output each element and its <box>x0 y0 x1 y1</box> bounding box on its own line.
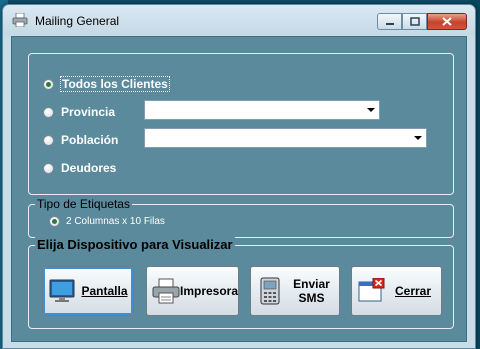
label-type-legend: Tipo de Etiquetas <box>35 197 132 211</box>
provincia-select[interactable] <box>144 100 380 120</box>
maximize-icon <box>409 17 420 26</box>
impresora-button[interactable]: Impresora <box>146 266 239 316</box>
pantalla-button[interactable]: Pantalla <box>42 266 134 316</box>
printer-icon <box>12 12 28 28</box>
enviar-sms-label: Enviar SMS <box>284 277 339 305</box>
poblacion-option[interactable]: Población <box>43 133 118 147</box>
poblacion-radio[interactable] <box>43 134 54 146</box>
deudores-radio[interactable] <box>43 162 54 174</box>
client-filter-group: Todos los Clientes Provincia Población D… <box>28 53 454 195</box>
pantalla-label: Pantalla <box>81 284 128 298</box>
window-title: Mailing General <box>35 14 120 28</box>
chevron-down-icon[interactable] <box>411 131 424 145</box>
deudores-label: Deudores <box>61 161 117 175</box>
impresora-label: Impresora <box>180 284 239 298</box>
chevron-down-icon[interactable] <box>364 103 377 117</box>
provincia-radio[interactable] <box>43 106 54 118</box>
columns-radio[interactable] <box>49 216 60 227</box>
printer-icon <box>152 277 180 305</box>
enviar-line2: SMS <box>298 291 325 305</box>
columns-label: 2 Columnas x 10 Filas <box>66 216 165 227</box>
poblacion-label: Población <box>61 133 119 147</box>
poblacion-select[interactable] <box>144 128 427 148</box>
mailing-window: Mailing General Todos los Clientes Provi… <box>2 4 476 349</box>
label-type-group: Tipo de Etiquetas 2 Columnas x 10 Filas <box>28 197 454 238</box>
deudores-option[interactable]: Deudores <box>43 161 116 175</box>
cerrar-label: Cerrar <box>394 284 432 298</box>
minimize-icon <box>385 22 394 25</box>
provincia-option[interactable]: Provincia <box>43 105 115 119</box>
provincia-label: Provincia <box>61 105 116 119</box>
phone-icon <box>256 277 284 305</box>
todos-label: Todos los Clientes <box>60 76 170 92</box>
window-controls <box>377 13 467 32</box>
maximize-button[interactable] <box>402 13 427 30</box>
todos-radio[interactable] <box>43 78 54 90</box>
enviar-line1: Enviar <box>293 277 330 291</box>
device-legend: Elija Dispositivo para Visualizar <box>35 237 235 252</box>
cerrar-button[interactable]: Cerrar <box>351 266 442 316</box>
client-area: Todos los Clientes Provincia Población D… <box>11 36 467 342</box>
enviar-sms-button[interactable]: Enviar SMS <box>250 266 340 316</box>
minimize-button[interactable] <box>377 13 402 30</box>
monitor-icon <box>48 277 76 305</box>
title-bar[interactable]: Mailing General <box>3 5 475 35</box>
close-button[interactable] <box>427 13 467 30</box>
close-window-icon <box>357 277 385 305</box>
close-icon <box>442 17 452 26</box>
todos-option[interactable]: Todos los Clientes <box>43 76 170 92</box>
columns-option[interactable]: 2 Columnas x 10 Filas <box>49 216 165 227</box>
